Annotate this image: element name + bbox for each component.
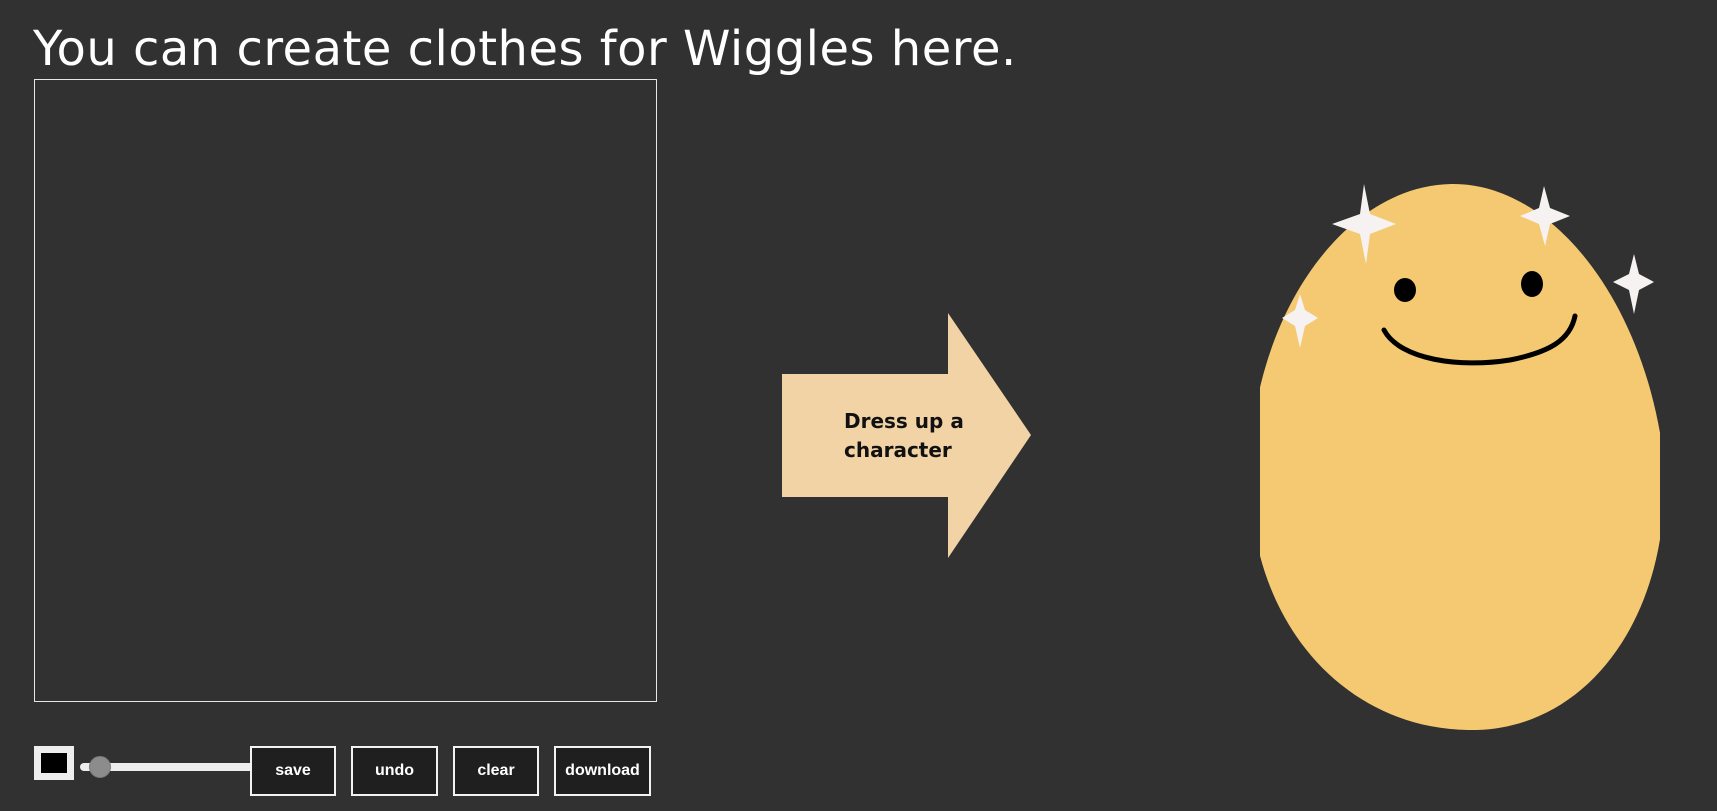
- dress-up-label-line1: Dress up a: [844, 409, 964, 433]
- dress-up-character-arrow-button[interactable]: Dress up a character: [782, 313, 1031, 558]
- download-button[interactable]: download: [554, 746, 651, 796]
- wiggles-illustration: [1249, 183, 1665, 731]
- page-title: You can create clothes for Wiggles here.: [33, 21, 1017, 77]
- drawing-canvas[interactable]: [34, 79, 657, 702]
- dress-up-label: Dress up a character: [844, 407, 974, 465]
- left-eye: [1394, 278, 1416, 302]
- save-button[interactable]: save: [250, 746, 336, 796]
- right-eye: [1521, 271, 1543, 297]
- page: You can create clothes for Wiggles here.…: [0, 0, 1717, 811]
- slider-thumb[interactable]: [89, 756, 111, 778]
- brush-color-preview: [41, 753, 67, 773]
- clear-button[interactable]: clear: [453, 746, 539, 796]
- wiggles-body: [1249, 183, 1665, 731]
- brush-color-picker[interactable]: [34, 746, 74, 780]
- brush-size-slider[interactable]: [80, 756, 273, 778]
- undo-button[interactable]: undo: [351, 746, 438, 796]
- dress-up-label-line2: character: [844, 438, 952, 462]
- sparkle-icon: [1613, 254, 1654, 314]
- wiggles-character: [1249, 180, 1665, 731]
